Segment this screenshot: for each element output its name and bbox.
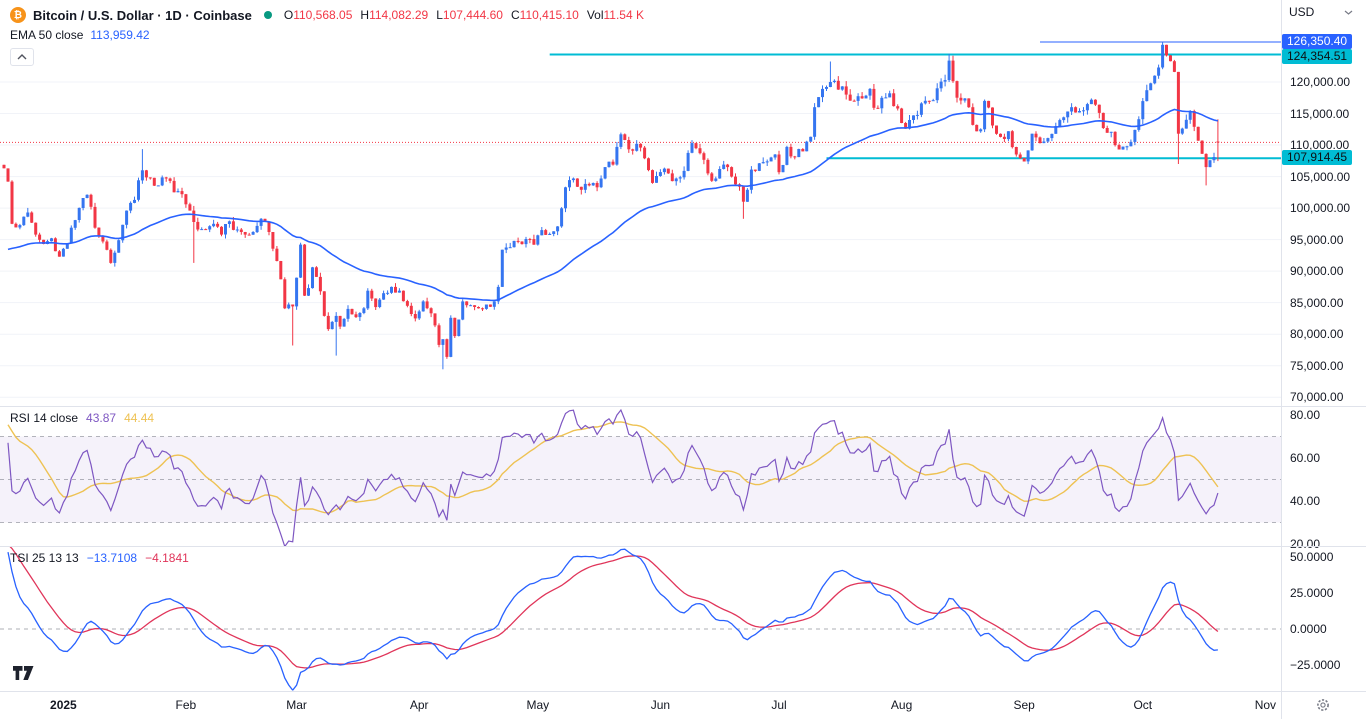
time-tick-label: Jul — [771, 691, 786, 719]
time-tick-label: Jun — [651, 691, 670, 719]
symbol-title[interactable]: Bitcoin / U.S. Dollar · 1D · Coinbase — [33, 8, 252, 23]
tsi-value: −13.7108 — [87, 551, 137, 565]
chevron-up-icon — [17, 54, 27, 60]
rsi-legend: RSI 14 close 43.87 44.44 — [10, 411, 154, 425]
open-value: 110,568.05 — [293, 8, 352, 22]
low-value: 107,444.60 — [443, 8, 503, 22]
tsi-pane[interactable] — [0, 545, 1281, 691]
time-tick-label: Oct — [1133, 691, 1152, 719]
pane-separator[interactable] — [0, 406, 1366, 407]
ema-indicator-title[interactable]: EMA 50 close — [10, 28, 83, 42]
tradingview-chart-app: ₿ Bitcoin / U.S. Dollar · 1D · Coinbase … — [0, 0, 1366, 719]
tsi-tick-label: −25.0000 — [1290, 658, 1340, 672]
main-legend: ₿ Bitcoin / U.S. Dollar · 1D · Coinbase … — [10, 7, 644, 66]
settings-gear-icon[interactable] — [1316, 698, 1330, 717]
price-tick-label: 80,000.00 — [1290, 327, 1343, 341]
price-level-badge: 126,350.40 — [1282, 34, 1352, 49]
rsi-pane[interactable] — [0, 410, 1281, 547]
high-label: H — [360, 8, 369, 22]
tsi-signal-line[interactable] — [8, 545, 1218, 668]
tsi-signal-value: −4.1841 — [145, 551, 189, 565]
time-tick-label: Aug — [891, 691, 912, 719]
ema-indicator-value: 113,959.42 — [90, 28, 149, 42]
low-label: L — [436, 8, 443, 22]
close-value: 110,415.10 — [520, 8, 579, 22]
time-axis-separator — [0, 691, 1366, 692]
rsi-tick-label: 40.00 — [1290, 494, 1320, 508]
price-tick-label: 85,000.00 — [1290, 296, 1343, 310]
chevron-down-icon — [1344, 10, 1353, 15]
ohlc-values: O110,568.05 H114,082.29 L107,444.60 C110… — [284, 8, 644, 22]
price-tick-label: 105,000.00 — [1290, 170, 1350, 184]
rsi-ma-value: 44.44 — [124, 411, 154, 425]
currency-selector[interactable]: USD — [1289, 5, 1353, 19]
tradingview-logo-icon — [13, 666, 34, 681]
market-status-dot[interactable] — [264, 11, 272, 19]
price-level-badge: 124,354.51 — [1282, 49, 1352, 64]
price-tick-label: 75,000.00 — [1290, 359, 1343, 373]
time-tick-label: Feb — [176, 691, 197, 719]
price-tick-label: 90,000.00 — [1290, 264, 1343, 278]
main-pane[interactable] — [0, 42, 1281, 369]
tradingview-logo[interactable] — [13, 666, 34, 686]
rsi-tick-label: 60.00 — [1290, 451, 1320, 465]
high-value: 114,082.29 — [369, 8, 428, 22]
time-tick-label: Mar — [286, 691, 307, 719]
bitcoin-icon: ₿ — [10, 7, 26, 23]
price-gridlines — [0, 82, 1281, 397]
price-scale[interactable]: USD 120,000.00115,000.00110,000.00105,00… — [1281, 0, 1366, 719]
time-tick-label: May — [526, 691, 549, 719]
pane-separator[interactable] — [0, 546, 1366, 547]
tsi-line[interactable] — [8, 549, 1218, 690]
price-tick-label: 95,000.00 — [1290, 233, 1343, 247]
volume-label: Vol — [587, 8, 604, 22]
tsi-indicator-title[interactable]: TSI 25 13 13 — [10, 551, 79, 565]
chart-canvas[interactable] — [0, 0, 1366, 719]
collapse-legend-button[interactable] — [10, 48, 34, 66]
price-tick-label: 115,000.00 — [1290, 107, 1349, 121]
open-label: O — [284, 8, 293, 22]
rsi-indicator-title[interactable]: RSI 14 close — [10, 411, 78, 425]
currency-label: USD — [1289, 5, 1314, 19]
close-label: C — [511, 8, 520, 22]
time-tick-label: 2025 — [50, 691, 77, 719]
tsi-tick-label: 25.0000 — [1290, 586, 1333, 600]
rsi-tick-label: 80.00 — [1290, 408, 1320, 422]
time-tick-label: Apr — [410, 691, 429, 719]
price-level-badge: 107,914.45 — [1282, 150, 1352, 165]
time-scale[interactable]: 2025 Feb Mar Apr May Jun Jul Aug Sep Oct Nov — [0, 691, 1281, 719]
time-tick-label: Nov — [1255, 691, 1276, 719]
tsi-legend: TSI 25 13 13 −13.7108 −4.1841 — [10, 551, 189, 565]
rsi-value: 43.87 — [86, 411, 116, 425]
tsi-tick-label: 0.0000 — [1290, 622, 1327, 636]
price-tick-label: 120,000.00 — [1290, 75, 1350, 89]
price-tick-label: 100,000.00 — [1290, 201, 1350, 215]
price-tick-label: 70,000.00 — [1290, 390, 1343, 404]
volume-value: 11.54 K — [604, 8, 644, 22]
time-tick-label: Sep — [1014, 691, 1035, 719]
tsi-tick-label: 50.0000 — [1290, 550, 1333, 564]
candlestick-series[interactable] — [3, 42, 1220, 369]
